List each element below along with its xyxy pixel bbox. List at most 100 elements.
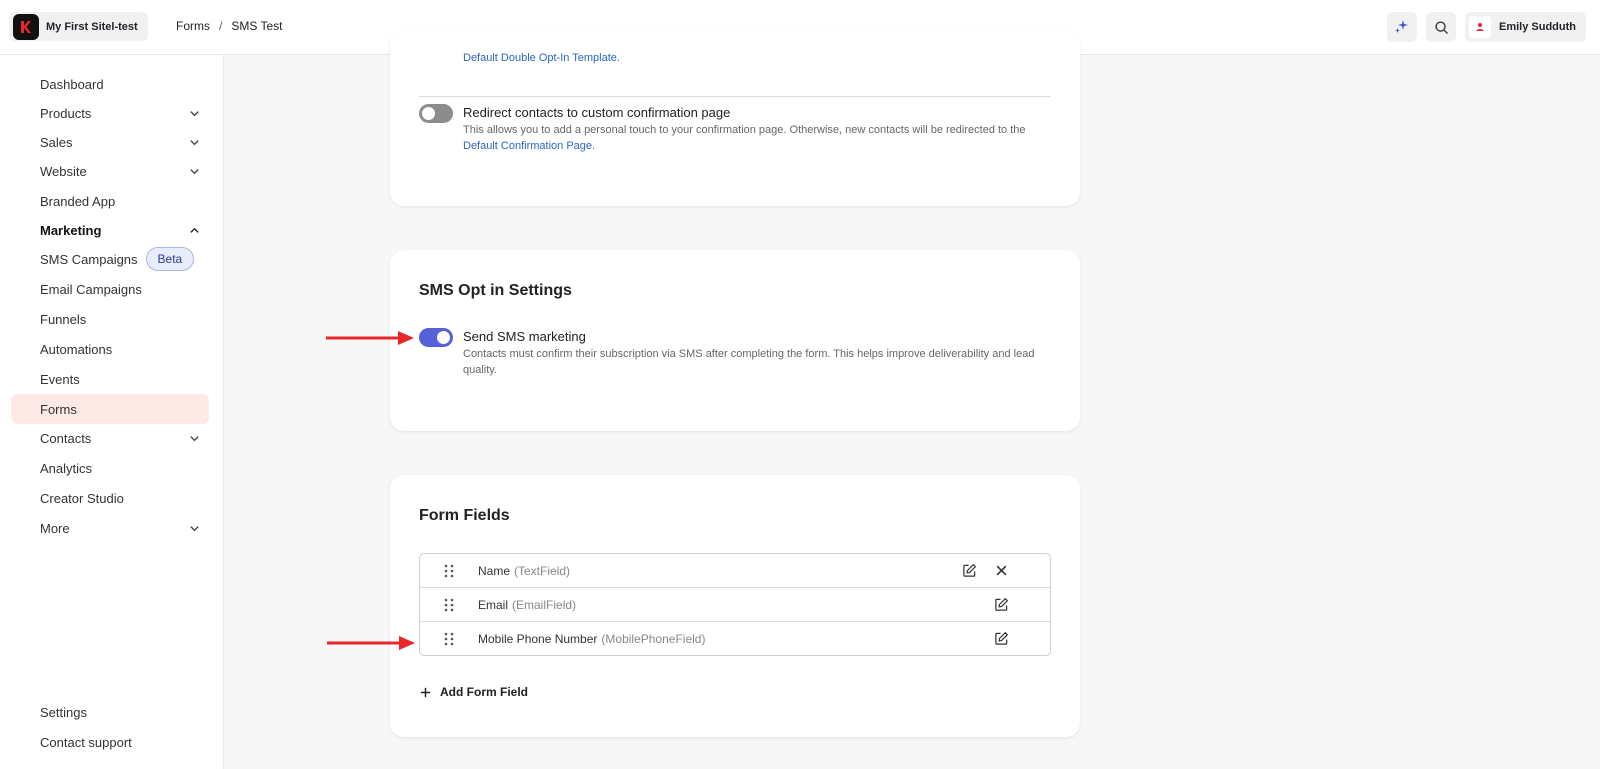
field-label: Email (EmailField) <box>478 598 576 612</box>
toggle-knob <box>422 107 435 120</box>
sidebar-item-label: Creator Studio <box>40 490 124 506</box>
user-name: Emily Sudduth <box>1499 21 1576 33</box>
sidebar-item-label: Marketing <box>40 222 102 238</box>
sidebar-item-branded-app[interactable]: Branded App <box>11 186 209 216</box>
field-name: Mobile Phone Number <box>478 632 598 646</box>
add-form-field-button[interactable]: Add Form Field <box>420 685 528 699</box>
drag-handle-icon[interactable] <box>444 632 454 646</box>
chevron-down-icon <box>190 169 199 175</box>
redirect-setting-description: This allows you to add a personal touch … <box>463 124 1026 152</box>
sidebar-item-settings[interactable]: Settings <box>11 697 209 727</box>
sidebar-item-label: More <box>40 520 70 536</box>
breadcrumb-current: SMS Test <box>231 19 283 33</box>
table-row[interactable]: Mobile Phone Number (MobilePhoneField) <box>420 622 1050 656</box>
sidebar-item-label: Branded App <box>40 193 116 209</box>
send-sms-marketing-description: Contacts must confirm their subscription… <box>463 348 1035 376</box>
chevron-down-icon <box>190 526 199 532</box>
sidebar-item-events[interactable]: Events <box>11 364 209 394</box>
confirmation-settings-card: Default Double Opt-In Template. Redirect… <box>390 30 1080 206</box>
search-icon <box>1434 20 1448 34</box>
sidebar-item-contact-support[interactable]: Contact support <box>11 727 209 757</box>
redirect-confirmation-toggle[interactable] <box>419 104 453 123</box>
sidebar-item-creator-studio[interactable]: Creator Studio <box>11 483 209 513</box>
sidebar-item-label: Analytics <box>40 460 93 476</box>
field-type: (MobilePhoneField) <box>601 632 706 646</box>
chevron-down-icon <box>190 111 199 117</box>
send-sms-marketing-title: Send SMS marketing <box>463 329 586 344</box>
redirect-setting-title: Redirect contacts to custom confirmation… <box>463 105 731 120</box>
form-fields-title: Form Fields <box>419 507 510 524</box>
sidebar: Dashboard Products Sales Website Branded… <box>0 55 224 769</box>
sidebar-item-more[interactable]: More <box>11 513 209 543</box>
chevron-up-icon <box>190 227 199 233</box>
sidebar-item-label: Funnels <box>40 311 87 327</box>
field-label: Name (TextField) <box>478 564 570 578</box>
search-button[interactable] <box>1426 12 1456 42</box>
sms-optin-title: SMS Opt in Settings <box>419 282 572 299</box>
plus-icon <box>420 687 431 697</box>
avatar <box>1469 16 1491 38</box>
sms-optin-settings-card: SMS Opt in Settings Send SMS marketing C… <box>390 250 1080 431</box>
close-icon[interactable] <box>995 564 1008 577</box>
sidebar-item-label: SMS Campaigns <box>40 251 138 267</box>
toggle-knob <box>437 331 450 344</box>
edit-icon[interactable] <box>994 597 1009 612</box>
edit-icon[interactable] <box>962 563 977 578</box>
top-actions: Emily Sudduth <box>1387 12 1586 42</box>
sidebar-item-forms[interactable]: Forms <box>11 394 209 424</box>
table-row[interactable]: Name (TextField) <box>420 554 1050 588</box>
sidebar-item-contacts[interactable]: Contacts <box>11 423 209 453</box>
sidebar-item-email-campaigns[interactable]: Email Campaigns <box>11 274 209 304</box>
double-optin-template-link-row: Default Double Opt-In Template. <box>463 50 1053 66</box>
default-double-optin-template-link[interactable]: Default Double Opt-In Template. <box>463 52 620 64</box>
user-menu[interactable]: Emily Sudduth <box>1465 12 1586 42</box>
breadcrumb-separator: / <box>219 19 223 33</box>
field-name: Email <box>478 597 509 612</box>
site-switcher[interactable]: My First Sitel-test <box>9 12 148 41</box>
chevron-down-icon <box>190 436 199 442</box>
sidebar-item-sms-campaigns[interactable]: SMS Campaigns Beta <box>11 244 209 274</box>
sidebar-item-label: Settings <box>40 704 87 720</box>
breadcrumb: Forms / SMS Test <box>176 19 282 33</box>
drag-handle-icon[interactable] <box>444 598 454 612</box>
field-type: (EmailField) <box>512 597 577 612</box>
add-form-field-label: Add Form Field <box>440 685 528 699</box>
sidebar-item-label: Contact support <box>40 734 132 750</box>
sidebar-item-website[interactable]: Website <box>11 156 209 186</box>
annotation-arrow-icon <box>326 331 414 345</box>
drag-handle-icon[interactable] <box>444 564 454 578</box>
default-confirmation-page-link[interactable]: Default Confirmation Page <box>463 140 592 152</box>
sidebar-item-marketing[interactable]: Marketing <box>11 215 209 245</box>
sidebar-item-sales[interactable]: Sales <box>11 127 209 157</box>
edit-icon[interactable] <box>994 631 1009 646</box>
field-label: Mobile Phone Number (MobilePhoneField) <box>478 632 705 646</box>
field-type: (TextField) <box>514 563 571 578</box>
send-sms-marketing-toggle[interactable] <box>419 328 453 347</box>
sidebar-item-analytics[interactable]: Analytics <box>11 453 209 483</box>
sidebar-item-label: Events <box>40 371 80 387</box>
form-fields-card: Form Fields Name (TextField) Email (EmailF… <box>390 475 1080 737</box>
site-name: My First Sitel-test <box>46 20 138 33</box>
annotation-arrow-icon <box>327 636 415 650</box>
sidebar-item-label: Email Campaigns <box>40 281 142 297</box>
sidebar-item-label: Sales <box>40 134 73 150</box>
form-fields-list: Name (TextField) Email (EmailField) Mobile… <box>419 553 1051 656</box>
sidebar-item-automations[interactable]: Automations <box>11 334 209 364</box>
sidebar-item-label: Forms <box>40 401 77 417</box>
field-name: Name <box>478 563 511 578</box>
sidebar-item-label: Automations <box>40 341 113 357</box>
breadcrumb-forms[interactable]: Forms <box>176 19 210 33</box>
ai-assist-button[interactable] <box>1387 12 1417 42</box>
sidebar-item-label: Dashboard <box>40 76 104 92</box>
sidebar-item-products[interactable]: Products <box>11 98 209 128</box>
redirect-setting-text: This allows you to add a personal touch … <box>463 124 1026 136</box>
sparkle-icon <box>1395 20 1408 33</box>
sidebar-item-dashboard[interactable]: Dashboard <box>11 69 209 99</box>
sidebar-item-label: Contacts <box>40 430 92 446</box>
sidebar-item-label: Website <box>40 163 87 179</box>
chevron-down-icon <box>190 140 199 146</box>
sidebar-item-funnels[interactable]: Funnels <box>11 304 209 334</box>
beta-badge: Beta <box>145 247 195 271</box>
table-row[interactable]: Email (EmailField) <box>420 588 1050 622</box>
user-icon <box>1476 23 1484 31</box>
